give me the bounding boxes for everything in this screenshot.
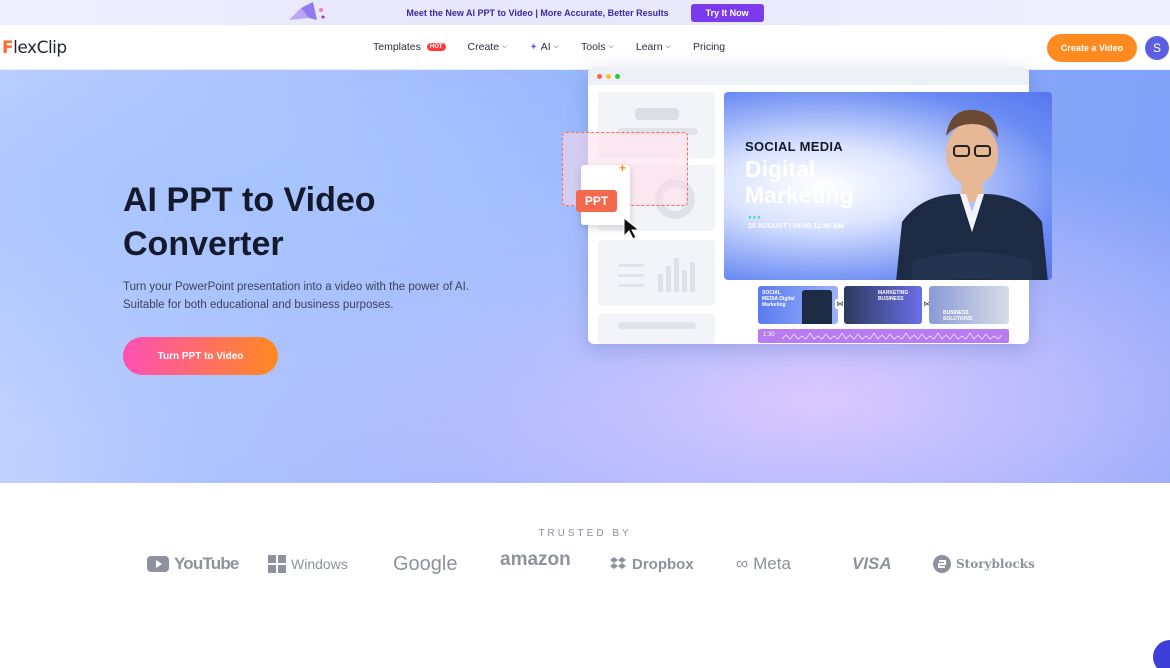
thumb-text: BUSINESS SOLUTIONS <box>943 310 973 322</box>
youtube-play-icon <box>147 556 169 572</box>
visa-text: VISA <box>852 554 892 573</box>
infinity-icon: ∞ <box>736 554 749 573</box>
nav-ai[interactable]: ✦ AI ⌵ <box>529 41 559 53</box>
nav-create[interactable]: Create ⌵ <box>468 41 508 53</box>
nav-ai-label: AI <box>540 41 551 53</box>
storyblocks-icon <box>933 555 951 573</box>
nav-learn[interactable]: Learn ⌵ <box>636 41 671 53</box>
chevron-down-icon: ⌵ <box>665 43 671 50</box>
plus-icon: + <box>619 161 627 175</box>
turn-ppt-to-video-button[interactable]: Turn PPT to Video <box>123 337 278 375</box>
nav-tools-label: Tools <box>580 41 606 53</box>
hero-subtitle: Turn your PowerPoint presentation into a… <box>123 281 470 311</box>
storyblocks-logo: Storyblocks <box>933 550 1035 578</box>
waveform-icon <box>782 332 1003 340</box>
video-headline-line1: Digital <box>745 156 816 182</box>
placeholder-line <box>618 284 644 287</box>
ppt-tag: PPT <box>576 190 617 212</box>
chevron-down-icon: ⌵ <box>502 43 508 50</box>
audio-track[interactable]: 1:30 <box>758 329 1009 343</box>
create-video-button[interactable]: Create a Video <box>1047 34 1137 62</box>
video-kicker: SOCIAL MEDIA <box>745 139 843 154</box>
nav-learn-label: Learn <box>635 41 663 53</box>
maximize-dot-icon <box>615 73 620 79</box>
main-menu: Templates HOT Create ⌵ ✦ AI ⌵ Tools ⌵ Le… <box>373 41 747 53</box>
dropbox-text: Dropbox <box>632 555 694 573</box>
placeholder-line <box>635 108 679 120</box>
timeline-thumb[interactable]: BUSINESS SOLUTIONS <box>929 286 1009 324</box>
businessman-image <box>896 109 1048 280</box>
close-dot-icon <box>597 73 602 79</box>
placeholder-line <box>618 264 644 267</box>
visa-logo: VISA <box>852 550 892 578</box>
thumb-text: MARKETING BUSINESS <box>878 290 909 302</box>
windows-logo: Windows <box>268 550 348 578</box>
video-headline-line2: Marketing <box>745 182 854 208</box>
audio-time: 1:30 <box>763 332 775 338</box>
video-preview: SOCIAL MEDIA Digital Marketing ●●● 20 AU… <box>724 92 1052 280</box>
chevron-down-icon: ⌵ <box>553 43 559 50</box>
placeholder-line <box>618 322 696 329</box>
sparkle-icon: ✦ <box>529 41 538 53</box>
thumb-text: SOCIAL MEDIA Digital Marketing <box>762 290 795 308</box>
amazon-logo: amazon <box>500 546 571 574</box>
chevron-down-icon: ⌵ <box>608 43 614 50</box>
video-timeline: SOCIAL MEDIA Digital Marketing ⋈ MARKETI… <box>758 286 1009 328</box>
thumb-person <box>802 290 832 324</box>
window-titlebar <box>588 67 1029 85</box>
avatar[interactable]: S <box>1145 36 1169 60</box>
hot-badge: HOT <box>426 43 446 51</box>
promo-text: Meet the New AI PPT to Video | More Accu… <box>406 7 669 18</box>
nav-create-label: Create <box>467 41 500 53</box>
youtube-text: YouTube <box>174 554 239 573</box>
google-text: Google <box>393 552 458 575</box>
cursor-icon <box>623 216 641 240</box>
dropbox-logo: Dropbox <box>609 550 694 578</box>
windows-text: Windows <box>291 556 348 572</box>
amazon-text: amazon <box>500 549 571 570</box>
slide-card <box>598 240 715 306</box>
nav-pricing[interactable]: Pricing <box>693 41 725 53</box>
top-nav: FlexClip Templates HOT Create ⌵ ✦ AI ⌵ T… <box>0 25 1170 70</box>
hero-title: AI PPT to Video Converter <box>123 181 376 263</box>
trusted-by-label: TRUSTED BY <box>538 528 632 539</box>
try-it-now-button[interactable]: Try It Now <box>690 3 764 22</box>
nav-templates-label: Templates <box>373 41 421 53</box>
timeline-thumb[interactable]: MARKETING BUSINESS <box>844 286 922 324</box>
megaphone-icon <box>289 2 325 20</box>
dropbox-icon <box>610 557 626 569</box>
google-logo: Google <box>393 550 458 578</box>
chat-icon[interactable] <box>1153 640 1170 668</box>
promo-banner: Meet the New AI PPT to Video | More Accu… <box>0 0 1170 25</box>
slide-card <box>598 314 715 344</box>
nav-pricing-label: Pricing <box>692 41 726 53</box>
dots-icon: ●●● <box>748 215 762 221</box>
video-date: 20 AUGUST | 09:00-12:00 AM <box>748 223 844 230</box>
meta-text: Meta <box>753 554 791 573</box>
nav-tools[interactable]: Tools ⌵ <box>581 41 614 53</box>
storyblocks-text: Storyblocks <box>956 557 1035 571</box>
minimize-dot-icon <box>606 73 611 79</box>
windows-icon <box>268 555 286 573</box>
flexclip-logo[interactable]: FlexClip <box>2 38 67 58</box>
bar-chart-icon <box>658 258 695 292</box>
video-headline: Digital Marketing <box>745 156 854 208</box>
meta-logo: ∞ Meta <box>736 550 791 578</box>
youtube-logo: YouTube <box>147 550 239 578</box>
timeline-thumb[interactable]: SOCIAL MEDIA Digital Marketing <box>758 286 838 324</box>
placeholder-line <box>618 274 644 277</box>
nav-templates[interactable]: Templates HOT <box>373 41 446 53</box>
